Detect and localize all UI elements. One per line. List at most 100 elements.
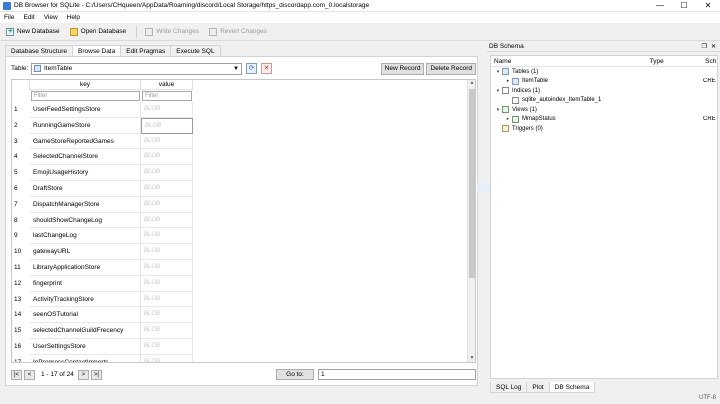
row-number[interactable]: 8 [12, 213, 30, 229]
table-row[interactable]: 8 shouldShowChangeLog BLOB [12, 212, 193, 229]
goto-input[interactable]: 1 [318, 369, 476, 380]
key-cell[interactable]: GameStoreReportedGames [30, 133, 141, 150]
new-record-button[interactable]: New Record [380, 62, 425, 75]
column-header-key[interactable]: key [30, 80, 141, 90]
key-cell[interactable]: UserSettingsStore [30, 339, 141, 355]
tab-database-structure[interactable]: Database Structure [5, 45, 74, 56]
schema-tree-item[interactable]: ▾ Views (1) [491, 105, 717, 115]
row-number[interactable]: 15 [12, 323, 30, 339]
schema-col-schema[interactable]: Sch [702, 58, 717, 65]
schema-tree-item[interactable]: sqlite_autoindex_ItemTable_1 [491, 96, 717, 106]
table-row[interactable]: 11 LibraryApplicationStore BLOB [12, 260, 193, 276]
schema-tree-item[interactable]: ▾ Tables (1) [491, 67, 717, 77]
row-number[interactable]: 17 [12, 355, 30, 362]
column-header-value[interactable]: value [141, 80, 193, 90]
maximize-button[interactable]: ☐ [672, 0, 696, 12]
table-row[interactable]: 6 DraftStore BLOB [12, 181, 193, 197]
schema-tree-item[interactable]: ▸ MmapStatus CRE [491, 115, 717, 125]
key-cell[interactable]: selectedChannelGuildFrecency [30, 323, 141, 339]
key-cell[interactable]: fingerprint [30, 275, 141, 292]
revert-changes-button[interactable]: Revert Changes [206, 25, 272, 39]
open-database-button[interactable]: Open Database [67, 25, 132, 39]
table-row[interactable]: 3 GameStoreReportedGames BLOB [12, 133, 193, 150]
value-cell[interactable]: BLOB [141, 133, 193, 150]
first-page-button[interactable]: |< [11, 369, 22, 380]
schema-tree-item[interactable]: ▸ ItemTable CRE [491, 77, 717, 87]
table-row[interactable]: 10 gatewayURL BLOB [12, 244, 193, 260]
row-number[interactable]: 11 [12, 260, 30, 276]
table-row[interactable]: 7 DispatchManagerStore BLOB [12, 196, 193, 213]
key-cell[interactable]: DraftStore [30, 181, 141, 197]
menu-edit[interactable]: Edit [23, 14, 34, 21]
prev-page-button[interactable]: < [24, 369, 35, 380]
value-filter-input[interactable]: Filter [142, 91, 192, 101]
row-number[interactable]: 2 [12, 118, 30, 134]
menu-view[interactable]: View [44, 14, 58, 21]
table-row[interactable]: 12 fingerprint BLOB [12, 275, 193, 292]
table-row[interactable]: 1 UserFeedSettingsStore BLOB [12, 102, 193, 118]
table-select[interactable]: ItemTable ▼ [31, 62, 242, 75]
key-cell[interactable]: LibraryApplicationStore [30, 260, 141, 276]
value-cell[interactable]: BLOB [141, 275, 193, 292]
scroll-down-icon[interactable]: ▼ [468, 355, 475, 362]
row-number[interactable]: 10 [12, 244, 30, 260]
row-number[interactable]: 7 [12, 197, 30, 213]
table-row[interactable]: 2 RunningGameStore BLOB [12, 117, 193, 134]
row-number[interactable]: 3 [12, 134, 30, 150]
last-page-button[interactable]: >| [90, 369, 102, 380]
value-cell[interactable]: BLOB [141, 260, 193, 276]
tab-execute-sql[interactable]: Execute SQL [170, 45, 221, 56]
schema-col-name[interactable]: Name [491, 58, 647, 65]
undock-icon[interactable]: ❐ [702, 43, 707, 50]
vertical-scrollbar[interactable]: ▲ ▼ [467, 80, 475, 362]
schema-col-type[interactable]: Type [647, 58, 703, 65]
key-cell[interactable]: UserFeedSettingsStore [30, 102, 141, 118]
row-number[interactable]: 9 [12, 228, 30, 244]
table-row[interactable]: 5 EmojiUsageHistory BLOB [12, 165, 193, 181]
value-cell[interactable]: BLOB [141, 181, 193, 197]
key-cell[interactable]: RunningGameStore [30, 117, 141, 134]
menu-help[interactable]: Help [67, 14, 80, 21]
expand-arrow-icon[interactable]: ▸ [504, 116, 512, 122]
new-database-button[interactable]: New Database [3, 25, 65, 39]
delete-record-button[interactable]: Delete Record [426, 62, 476, 75]
value-cell[interactable]: BLOB [141, 196, 193, 213]
goto-button[interactable]: Go to: [276, 369, 314, 380]
write-changes-button[interactable]: Write Changes [142, 25, 204, 39]
clear-filters-icon[interactable]: ✕ [261, 63, 272, 74]
table-row[interactable]: 14 seenOSTutorial BLOB [12, 307, 193, 324]
next-page-button[interactable]: > [77, 369, 89, 380]
key-filter-input[interactable]: Filter [31, 91, 140, 101]
row-number[interactable]: 16 [12, 339, 30, 355]
schema-tree-item[interactable]: Triggers (0) [491, 124, 717, 134]
value-cell[interactable]: BLOB [141, 354, 193, 362]
value-cell[interactable]: BLOB [141, 228, 193, 245]
key-cell[interactable]: lastChangeLog [30, 228, 141, 245]
table-row[interactable]: 15 selectedChannelGuildFrecency BLOB [12, 323, 193, 339]
key-cell[interactable]: InProgressContactImports [30, 354, 141, 362]
close-button[interactable]: ✕ [696, 0, 720, 12]
key-cell[interactable]: gatewayURL [30, 244, 141, 260]
dock-close-icon[interactable]: ✕ [711, 43, 716, 50]
value-cell[interactable]: BLOB [141, 244, 193, 260]
row-number[interactable]: 6 [12, 181, 30, 197]
key-cell[interactable]: SelectedChannelStore [30, 149, 141, 166]
tab-sql-log[interactable]: SQL Log [490, 382, 528, 393]
key-cell[interactable]: ActivityTrackingStore [30, 291, 141, 308]
value-cell[interactable]: BLOB [141, 117, 193, 134]
expand-arrow-icon[interactable]: ▾ [494, 88, 502, 94]
value-cell[interactable]: BLOB [141, 339, 193, 355]
expand-arrow-icon[interactable]: ▸ [504, 78, 512, 84]
row-number[interactable]: 14 [12, 307, 30, 323]
tab-db-schema[interactable]: DB Schema [548, 382, 596, 393]
expand-arrow-icon[interactable]: ▾ [494, 69, 502, 75]
value-cell[interactable]: BLOB [141, 102, 193, 118]
scroll-up-icon[interactable]: ▲ [468, 80, 475, 88]
row-number[interactable]: 5 [12, 165, 30, 181]
row-number[interactable]: 1 [12, 102, 30, 118]
key-cell[interactable]: DispatchManagerStore [30, 196, 141, 213]
key-cell[interactable]: shouldShowChangeLog [30, 212, 141, 229]
tab-plot[interactable]: Plot [526, 382, 550, 393]
expand-arrow-icon[interactable]: ▾ [494, 107, 502, 113]
table-row[interactable]: 16 UserSettingsStore BLOB [12, 339, 193, 355]
